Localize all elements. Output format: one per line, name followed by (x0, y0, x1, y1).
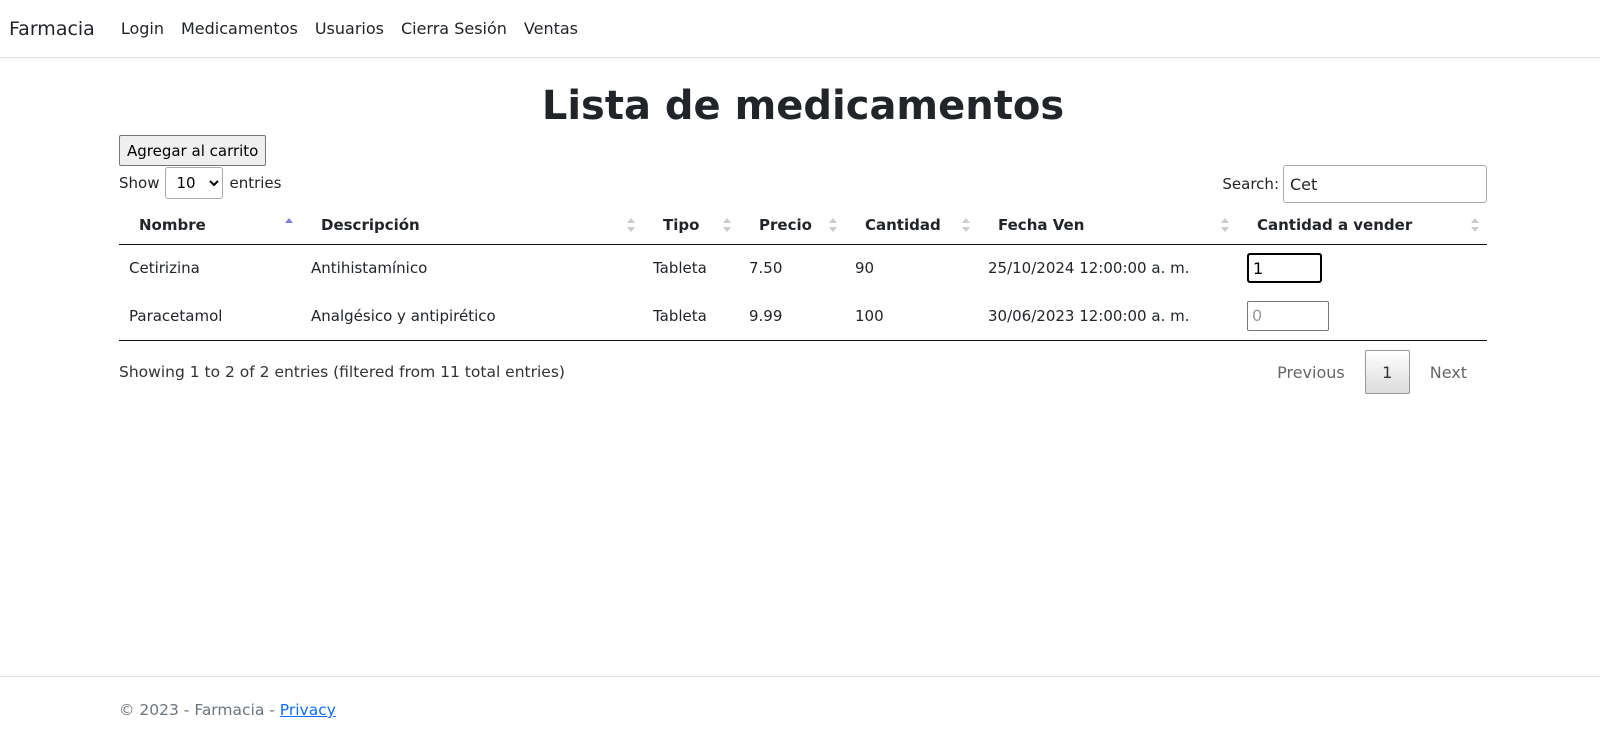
column-header-cantidad[interactable]: Cantidad (845, 206, 978, 245)
table-row: Cetirizina Antihistamínico Tableta 7.50 … (119, 244, 1487, 292)
footer-text: © 2023 - Farmacia - Privacy (119, 701, 336, 719)
nav-link-cierra-sesion[interactable]: Cierra Sesión (401, 19, 507, 38)
column-header-tipo[interactable]: Tipo (643, 206, 739, 245)
main-container: Lista de medicamentos Agregar al carrito… (119, 58, 1487, 394)
column-header-precio[interactable]: Precio (739, 206, 845, 245)
next-page-button[interactable]: Next (1410, 363, 1487, 382)
cell-precio: 7.50 (749, 259, 783, 278)
brand-link[interactable]: Farmacia (9, 18, 95, 40)
cell-nombre: Cetirizina (129, 259, 200, 278)
cell-cantidad: 100 (845, 292, 978, 341)
medicamentos-table: Nombre Descripción Tipo Precio Cantidad (119, 206, 1487, 341)
page-length-select[interactable]: 10 (165, 167, 224, 199)
cell-cantidad-a-vender (1237, 244, 1487, 292)
column-header-label: Nombre (139, 215, 206, 234)
cell-tipo: Tableta (653, 259, 707, 278)
column-header-cantidad-a-vender[interactable]: Cantidad a vender (1237, 206, 1487, 245)
sort-both-icon (1221, 218, 1229, 232)
search-label: Search: (1222, 175, 1279, 193)
cell-cantidad-a-vender (1237, 292, 1487, 341)
nav-link-ventas[interactable]: Ventas (524, 19, 578, 38)
table-header-row: Nombre Descripción Tipo Precio Cantidad (119, 206, 1487, 245)
column-header-nombre[interactable]: Nombre (119, 206, 301, 245)
nav-link-medicamentos[interactable]: Medicamentos (181, 19, 298, 38)
search-filter: Search: (1222, 165, 1487, 203)
column-header-label: Precio (759, 215, 812, 234)
navbar: Farmacia Login Medicamentos Usuarios Cie… (0, 0, 1600, 58)
cell-descripcion: Analgésico y antipirético (301, 292, 643, 341)
sort-both-icon (1471, 218, 1479, 232)
entries-label: entries (229, 174, 282, 192)
sort-both-icon (723, 218, 731, 232)
quantity-input[interactable] (1247, 300, 1329, 331)
add-to-cart-button[interactable]: Agregar al carrito (119, 135, 267, 166)
column-header-descripcion[interactable]: Descripción (301, 206, 643, 245)
column-header-fecha-ven[interactable]: Fecha Ven (978, 206, 1237, 245)
cell-tipo: Tableta (643, 292, 739, 341)
cell-precio: 9.99 (739, 292, 845, 341)
nav-link-usuarios[interactable]: Usuarios (315, 19, 384, 38)
cell-cantidad: 90 (855, 259, 875, 278)
nav-link-login[interactable]: Login (121, 19, 164, 38)
column-header-label: Cantidad (865, 215, 941, 234)
pagination: Previous 1 Next (1257, 350, 1487, 394)
sort-both-icon (829, 218, 837, 232)
entries-length-control: Show 10 entries (119, 166, 281, 200)
copyright-text: © 2023 - Farmacia - (119, 701, 280, 719)
table-info: Showing 1 to 2 of 2 entries (filtered fr… (119, 363, 565, 381)
column-header-label: Descripción (321, 215, 420, 234)
column-header-label: Fecha Ven (998, 215, 1085, 234)
table-row: Paracetamol Analgésico y antipirético Ta… (119, 292, 1487, 341)
page-title: Lista de medicamentos (541, 83, 1065, 129)
column-header-label: Cantidad a vender (1257, 215, 1413, 234)
cell-nombre: Paracetamol (119, 292, 301, 341)
column-header-label: Tipo (663, 215, 700, 234)
cell-fecha-ven: 25/10/2024 12:00:00 a. m. (988, 259, 1190, 278)
privacy-link[interactable]: Privacy (280, 701, 336, 719)
cell-descripcion: Antihistamínico (311, 259, 428, 278)
sort-both-icon (627, 218, 635, 232)
previous-page-button[interactable]: Previous (1257, 363, 1365, 382)
search-input[interactable] (1283, 165, 1487, 203)
quantity-stepper[interactable] (1247, 253, 1322, 284)
sort-both-icon (962, 218, 970, 232)
page-1-button[interactable]: 1 (1364, 350, 1410, 394)
show-label: Show (119, 174, 160, 192)
sort-asc-icon (285, 218, 293, 232)
footer: © 2023 - Farmacia - Privacy (0, 676, 1600, 732)
cell-fecha-ven: 30/06/2023 12:00:00 a. m. (978, 292, 1237, 341)
